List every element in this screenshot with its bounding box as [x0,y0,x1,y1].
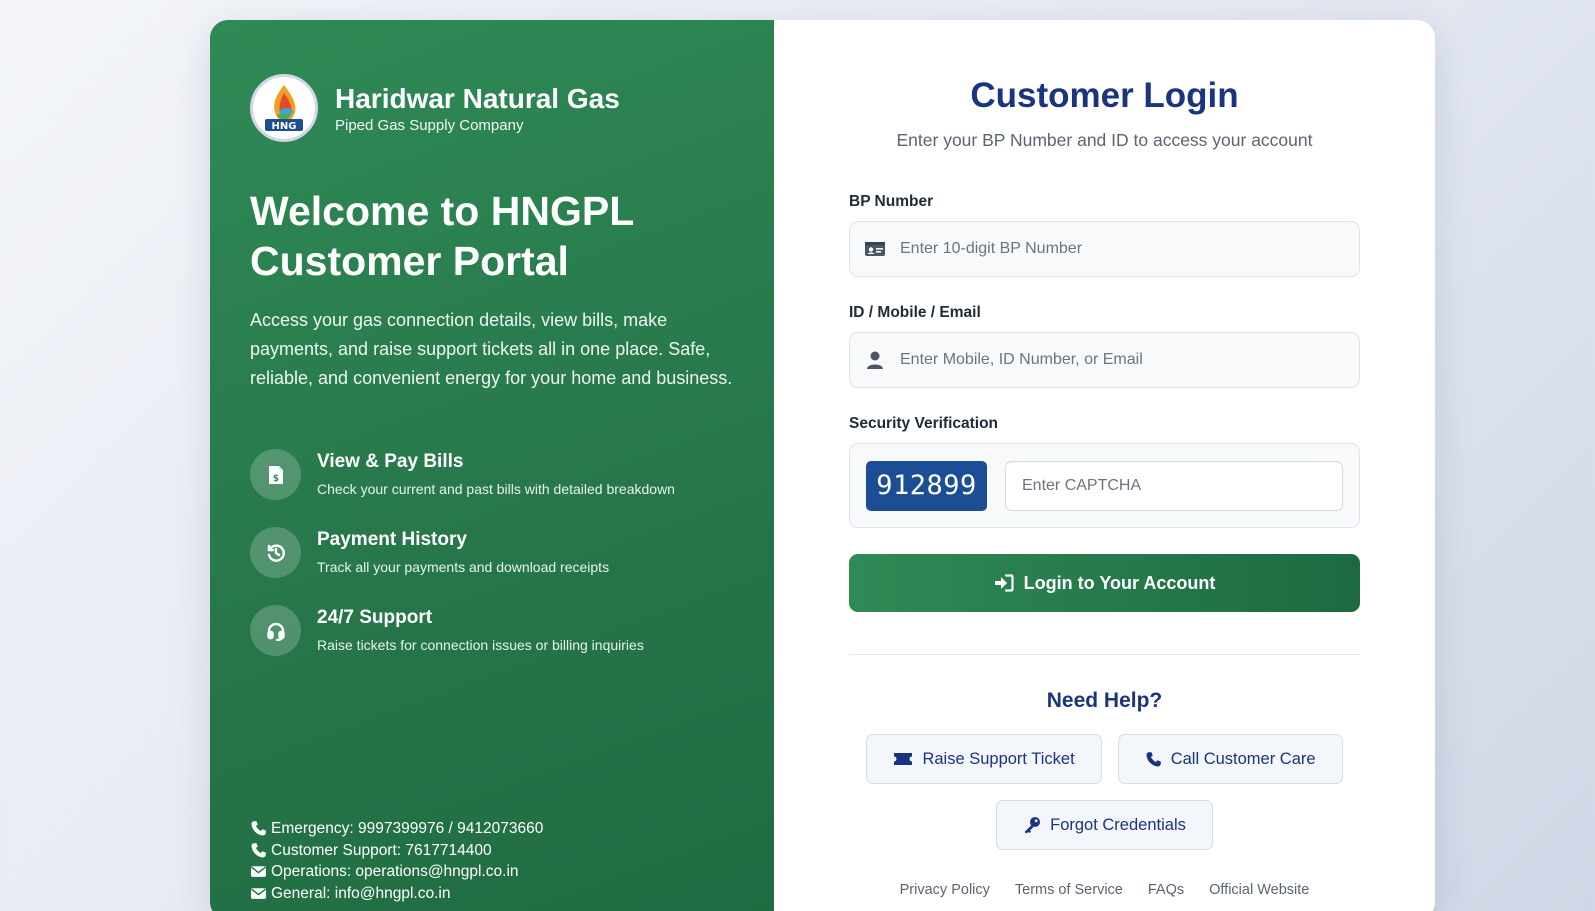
captcha-input[interactable] [1022,476,1342,495]
raise-ticket-label: Raise Support Ticket [922,749,1075,768]
welcome-heading: Welcome to HNGPL Customer Portal [250,186,734,286]
headset-icon [250,605,301,656]
forgot-credentials-button[interactable]: Forgot Credentials [996,800,1213,850]
bill-icon: $ [250,449,301,500]
feature-item-history: Payment History Track all your payments … [250,527,734,605]
login-title: Customer Login [970,76,1239,115]
captcha-field[interactable] [1005,460,1343,511]
raise-ticket-button[interactable]: Raise Support Ticket [866,734,1102,784]
footer-link-website[interactable]: Official Website [1209,882,1309,898]
phone-icon [251,821,266,836]
login-subtitle: Enter your BP Number and ID to access yo… [896,130,1313,150]
contact-emergency[interactable]: Emergency: 9997399976 / 9412073660 [250,818,543,840]
feature-desc: Track all your payments and download rec… [317,559,610,575]
ticket-icon [894,753,913,765]
help-actions-row-2: Forgot Credentials [849,800,1360,850]
envelope-icon [251,866,266,878]
contact-text: Customer Support: 7617714400 [271,841,492,859]
id-card-icon [865,242,885,256]
bp-number-label: BP Number [849,193,934,210]
forgot-credentials-label: Forgot Credentials [1050,815,1186,834]
welcome-line-2: Customer Portal [250,238,569,284]
captcha-box: 912899 [849,443,1360,528]
bp-number-field[interactable] [849,221,1360,277]
security-label: Security Verification [849,415,999,432]
hng-logo: HNG [250,74,318,142]
contact-support[interactable]: Customer Support: 7617714400 [250,840,543,862]
welcome-line-1: Welcome to HNGPL [250,188,635,234]
welcome-panel: HNG Haridwar Natural Gas Piped Gas Suppl… [210,20,774,911]
key-icon [1024,817,1041,834]
feature-title: 24/7 Support [317,607,433,628]
id-label: ID / Mobile / Email [849,304,981,321]
security-group: Security Verification 912899 [849,415,1360,528]
feature-title: Payment History [317,529,467,550]
captcha-code: 912899 [866,460,987,511]
feature-desc: Raise tickets for connection issues or b… [317,637,644,653]
brand-header: HNG Haridwar Natural Gas Piped Gas Suppl… [250,74,734,142]
phone-icon [251,842,266,858]
envelope-icon [251,887,266,899]
feature-item-support: 24/7 Support Raise tickets for connectio… [250,605,734,683]
brand-name: Haridwar Natural Gas [335,82,620,114]
contact-operations-email[interactable]: Operations: operations@hngpl.co.in [250,861,543,883]
help-actions-row: Raise Support Ticket Call Customer Care [849,734,1360,784]
contact-text: General: info@hngpl.co.in [271,884,451,902]
feature-desc: Check your current and past bills with d… [317,481,675,497]
feature-list: $ View & Pay Bills Check your current an… [250,449,734,683]
contact-text: Emergency: 9997399976 / 9412073660 [271,820,544,837]
id-input[interactable] [900,351,1300,369]
sign-in-icon [994,574,1014,592]
footer-link-faqs[interactable]: FAQs [1148,882,1184,898]
footer-link-privacy[interactable]: Privacy Policy [900,882,990,898]
footer-links: Privacy Policy Terms of Service FAQs Off… [849,882,1360,898]
login-card: HNG Haridwar Natural Gas Piped Gas Suppl… [210,20,1435,911]
footer-link-terms[interactable]: Terms of Service [1015,882,1123,898]
logo-text: HNG [272,121,297,132]
login-button[interactable]: Login to Your Account [849,554,1360,612]
id-field[interactable] [849,332,1360,388]
bp-number-input[interactable] [900,240,1300,258]
phone-icon [1146,751,1161,767]
login-button-label: Login to Your Account [1023,572,1216,593]
login-panel: Customer Login Enter your BP Number and … [774,20,1435,911]
contact-text: Operations: operations@hngpl.co.in [271,863,519,880]
user-icon [867,351,883,369]
feature-item-bills: $ View & Pay Bills Check your current an… [250,449,734,527]
svg-text:$: $ [272,474,278,484]
id-group: ID / Mobile / Email [849,304,1360,388]
bp-number-group: BP Number [849,193,1360,277]
help-title: Need Help? [1046,689,1163,712]
brand-tagline: Piped Gas Supply Company [335,116,524,134]
contact-list: Emergency: 9997399976 / 9412073660 Custo… [250,818,543,904]
contact-general-email[interactable]: General: info@hngpl.co.in [250,883,543,905]
history-icon [250,527,301,578]
call-care-button[interactable]: Call Customer Care [1117,734,1343,784]
feature-title: View & Pay Bills [317,451,464,472]
divider [849,654,1360,655]
intro-text: Access your gas connection details, view… [250,310,733,388]
call-care-label: Call Customer Care [1170,749,1316,768]
